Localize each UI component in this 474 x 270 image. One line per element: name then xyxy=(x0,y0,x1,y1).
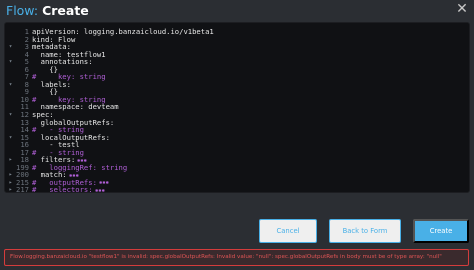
fold-toggle-icon[interactable]: ▸ xyxy=(5,179,16,187)
fold-toggle-icon[interactable]: ▸ xyxy=(5,156,16,164)
line-number: 3 xyxy=(24,42,29,52)
resource-kind: Flow xyxy=(6,3,34,18)
title-separator: : xyxy=(33,3,39,18)
fold-toggle-icon[interactable]: ▾ xyxy=(5,43,16,51)
code-line[interactable]: ▸ 217 # selectors: xyxy=(5,185,469,193)
line-number: 2 xyxy=(24,34,29,44)
fold-toggle-icon[interactable]: ▸ xyxy=(5,186,16,192)
code-line[interactable]: 2 kind: Flow xyxy=(5,34,469,44)
code-line[interactable]: 199 # loggingRef: string xyxy=(5,164,469,172)
back-to-form-button[interactable]: Back to Form xyxy=(329,219,401,243)
line-number: 8 xyxy=(24,79,29,89)
line-number: 6 xyxy=(24,64,29,74)
code-line[interactable]: ▾ 5 annotations: xyxy=(5,58,469,66)
page-title: Flow: Create xyxy=(6,3,89,19)
code-line[interactable]: 7 # key: string xyxy=(5,73,469,81)
close-icon[interactable]: ✕ xyxy=(455,2,469,16)
fold-toggle-icon[interactable]: ▾ xyxy=(5,111,16,119)
line-number: 5 xyxy=(24,57,29,67)
line-number: 1 xyxy=(24,27,29,36)
fold-toggle-icon[interactable]: ▾ xyxy=(5,58,16,66)
cancel-button[interactable]: Cancel xyxy=(259,219,317,243)
fold-toggle-icon[interactable]: ▾ xyxy=(5,81,16,89)
yaml-editor[interactable]: 1 apiVersion: logging.banzaicloud.io/v1be… xyxy=(4,22,470,193)
collapsed-ellipsis-icon[interactable] xyxy=(98,180,109,186)
code-line[interactable]: ▾ 8 labels: xyxy=(5,81,469,89)
fold-toggle-icon[interactable]: ▾ xyxy=(5,134,16,142)
code-line[interactable]: 11 namespace: devteam xyxy=(5,103,469,111)
code-text: # selectors: xyxy=(32,185,93,193)
line-number: 7 xyxy=(24,72,29,82)
page-action: Create xyxy=(42,3,89,18)
line-number: 4 xyxy=(24,49,29,59)
error-banner: Flow.logging.banzaicloud.io "testflow1" … xyxy=(4,249,469,266)
line-number: 217 xyxy=(16,185,29,193)
collapsed-ellipsis-icon[interactable] xyxy=(94,187,105,192)
create-button[interactable]: Create xyxy=(413,219,469,243)
fold-toggle-icon[interactable]: ▸ xyxy=(5,171,16,179)
